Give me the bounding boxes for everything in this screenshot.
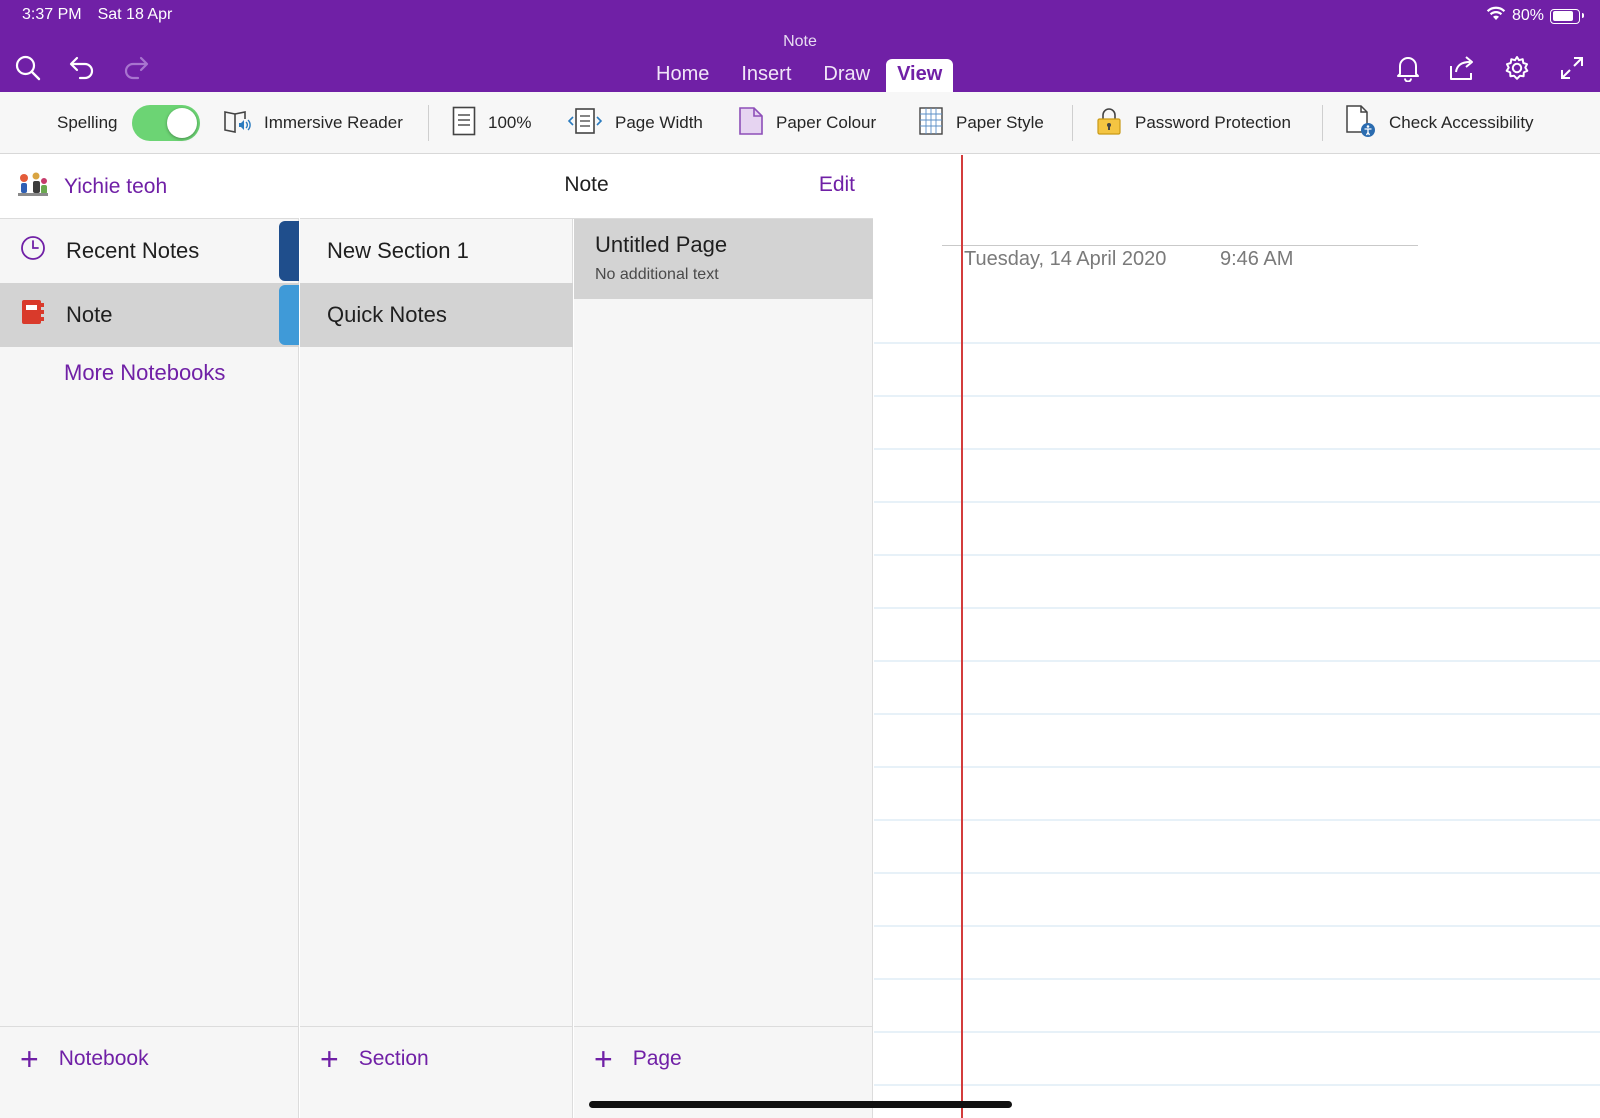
expand-icon[interactable]: [1556, 52, 1588, 84]
paper-colour-label: Paper Colour: [776, 113, 877, 132]
tab-insert[interactable]: Insert: [725, 63, 807, 92]
lock-icon: [1095, 106, 1123, 141]
paper-colour-button[interactable]: Paper Colour: [738, 92, 876, 154]
page-title: Untitled Page: [595, 232, 728, 257]
section-color-tab: [279, 285, 299, 345]
spelling-toggle[interactable]: [131, 105, 200, 141]
margin-line: [961, 155, 963, 1118]
immersive-reader-button[interactable]: Immersive Reader: [222, 92, 403, 154]
more-notebooks-link[interactable]: More Notebooks: [64, 360, 225, 386]
sidebar-item-label: Recent Notes: [66, 238, 200, 263]
tab-home[interactable]: Home: [640, 63, 725, 92]
add-page-label: Page: [632, 1046, 682, 1070]
sections-panel: New Section 1 Quick Notes + Section: [300, 155, 573, 1118]
title-underline: [942, 245, 1418, 246]
immersive-reader-icon: [222, 107, 252, 140]
view-ribbon: Spelling Immersive Reader 100% Page Widt…: [0, 92, 1600, 154]
add-notebook-label: Notebook: [58, 1046, 149, 1070]
add-section-label: Section: [358, 1046, 429, 1070]
page-width-label: Page Width: [615, 113, 703, 132]
page-preview: No additional text: [595, 266, 719, 283]
battery-icon: [1550, 8, 1584, 24]
tab-draw[interactable]: Draw: [807, 63, 886, 92]
paper-style-icon: [918, 106, 944, 141]
ribbon-tabs: Home Insert Draw View: [640, 57, 954, 92]
sidebar-item-recent-notes[interactable]: Recent Notes: [0, 219, 299, 283]
plus-icon: +: [594, 1040, 613, 1077]
notebook-header: Note Edit: [300, 155, 873, 219]
add-section-button[interactable]: + Section: [300, 1026, 573, 1118]
accessibility-check-icon: [1345, 104, 1377, 143]
spelling-control: Spelling: [57, 92, 200, 154]
section-item-quick-notes[interactable]: Quick Notes: [300, 283, 573, 347]
password-protection-label: Password Protection: [1135, 113, 1291, 132]
spelling-label: Spelling: [57, 113, 118, 132]
section-label: New Section 1: [327, 238, 469, 263]
paper-style-button[interactable]: Paper Style: [918, 92, 1044, 154]
section-item-new-section-1[interactable]: New Section 1: [300, 219, 573, 283]
plus-icon: +: [320, 1040, 339, 1077]
wifi-icon: [1486, 6, 1506, 26]
check-accessibility-button[interactable]: Check Accessibility: [1345, 92, 1534, 154]
redo-icon[interactable]: [120, 52, 152, 84]
tab-view[interactable]: View: [886, 59, 954, 92]
toggle-knob: [166, 108, 197, 138]
search-icon[interactable]: [12, 52, 44, 84]
page-item-untitled[interactable]: Untitled Page No additional text: [574, 219, 873, 299]
avatar: [16, 169, 50, 204]
battery-percent: 80%: [1511, 7, 1544, 24]
page-width-icon: [567, 107, 603, 140]
notebooks-panel: Yichie teoh Recent Notes Note More Noteb…: [0, 155, 299, 1118]
status-time: 3:37 PM: [22, 6, 82, 23]
app-title: Note: [783, 33, 817, 50]
user-name: Yichie teoh: [64, 174, 168, 198]
status-date: Sat 18 Apr: [97, 6, 173, 23]
paper-colour-icon: [738, 106, 764, 141]
section-color-tab: [279, 221, 299, 281]
clock-icon: [20, 235, 46, 267]
sidebar-item-note[interactable]: Note: [0, 283, 299, 347]
edit-button[interactable]: Edit: [819, 173, 855, 197]
page-width-button[interactable]: Page Width: [567, 92, 703, 154]
password-protection-button[interactable]: Password Protection: [1095, 92, 1291, 154]
page-date: Tuesday, 14 April 2020: [964, 248, 1167, 270]
immersive-reader-label: Immersive Reader: [264, 113, 403, 132]
ribbon-divider: [1322, 105, 1323, 141]
ribbon-divider: [1072, 105, 1073, 141]
battery-level: [1552, 11, 1573, 21]
app-header: 3:37 PM Sat 18 Apr 80% Note Home Insert …: [0, 0, 1600, 92]
zoom-label: 100%: [488, 113, 532, 132]
pages-panel: Untitled Page No additional text + Page: [574, 155, 873, 1118]
add-notebook-button[interactable]: + Notebook: [0, 1026, 299, 1118]
ribbon-divider: [428, 105, 429, 141]
undo-icon[interactable]: [66, 52, 98, 84]
bell-icon[interactable]: [1392, 52, 1424, 84]
account-row[interactable]: Yichie teoh: [0, 155, 299, 219]
notebook-icon: [20, 298, 46, 332]
gear-icon[interactable]: [1501, 52, 1533, 84]
page-time: 9:46 AM: [1220, 248, 1294, 270]
notebook-title: Note: [564, 173, 609, 196]
status-bar-left: 3:37 PM Sat 18 Apr: [22, 6, 172, 24]
home-indicator[interactable]: [589, 1101, 1012, 1108]
status-bar-right: 80%: [1486, 6, 1584, 26]
section-label: Quick Notes: [327, 302, 447, 327]
paper-style-label: Paper Style: [956, 113, 1044, 132]
sidebar-item-label: Note: [66, 302, 113, 327]
ruled-lines: [874, 342, 1600, 1086]
share-icon[interactable]: [1447, 52, 1479, 84]
page-zoom-icon: [452, 106, 476, 141]
note-canvas[interactable]: Tuesday, 14 April 2020 9:46 AM: [874, 155, 1600, 1118]
zoom-button[interactable]: 100%: [452, 92, 531, 154]
plus-icon: +: [20, 1040, 39, 1077]
check-accessibility-label: Check Accessibility: [1389, 113, 1534, 132]
